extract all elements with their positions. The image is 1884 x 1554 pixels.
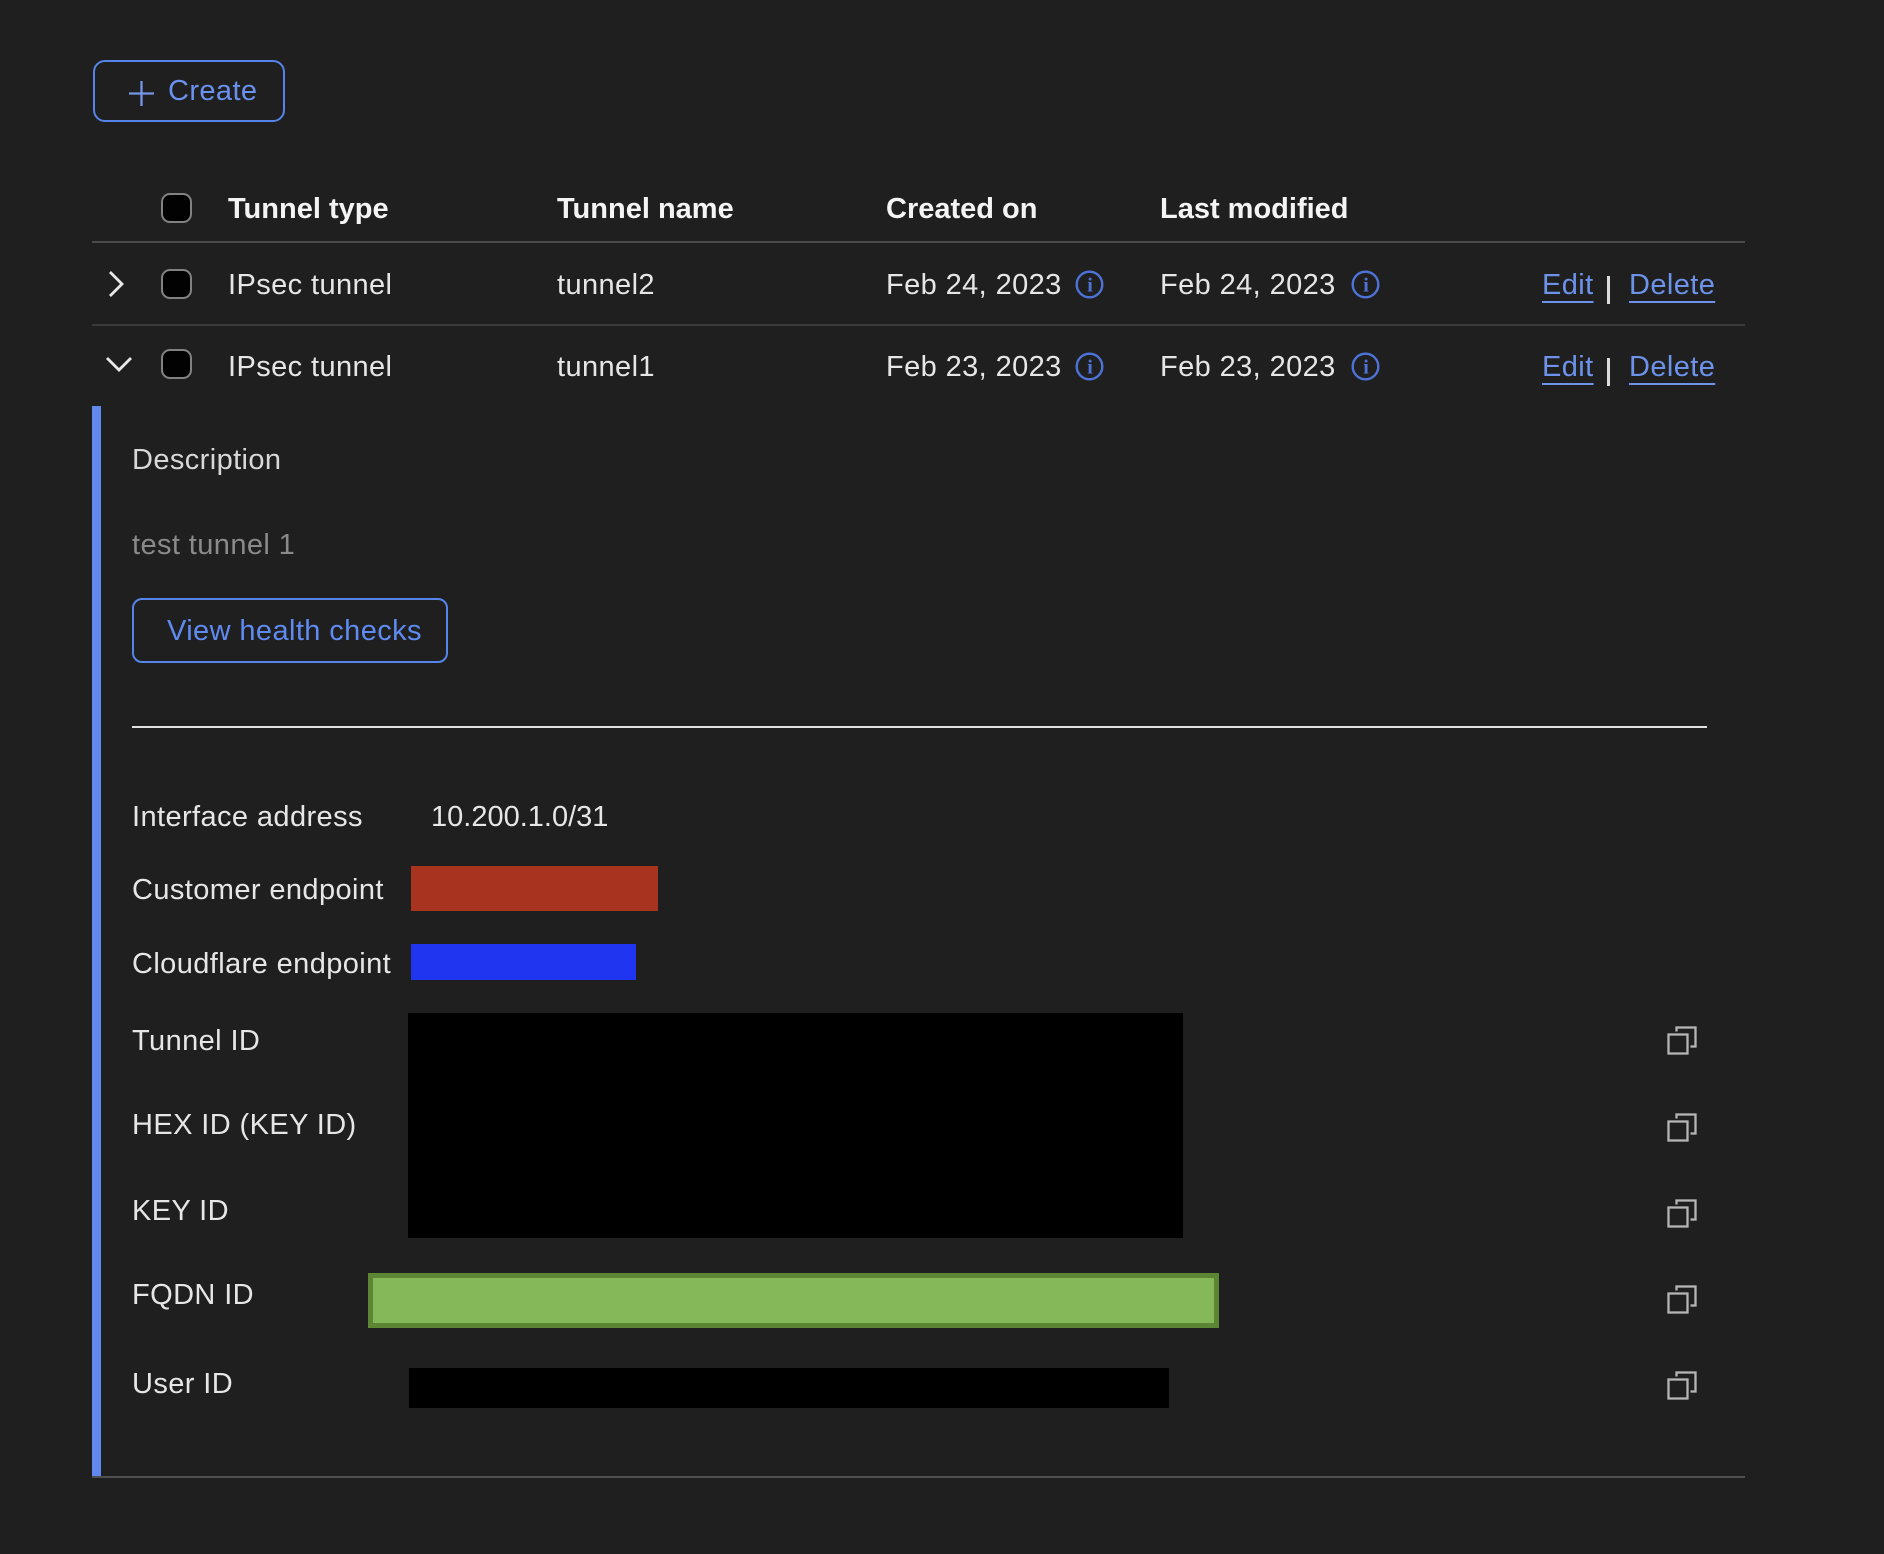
svg-text:i: i [1087,357,1093,379]
svg-text:i: i [1363,275,1369,297]
svg-text:i: i [1363,357,1369,379]
svg-text:i: i [1087,275,1093,297]
